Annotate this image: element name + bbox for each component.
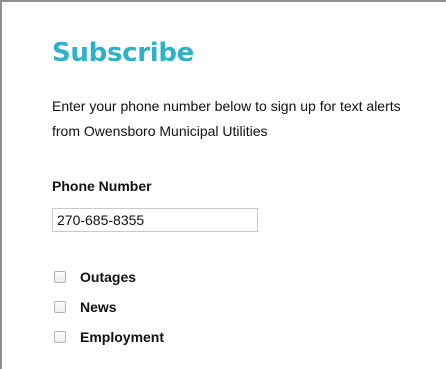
phone-number-label: Phone Number xyxy=(52,178,152,194)
subscribe-panel: Subscribe Enter your phone number below … xyxy=(0,0,446,369)
subscribe-description: Enter your phone number below to sign up… xyxy=(52,98,401,139)
outages-label: Outages xyxy=(80,269,137,285)
employment-checkbox[interactable] xyxy=(54,331,66,343)
alert-options: Outages News Employment xyxy=(54,262,164,352)
option-employment[interactable]: Employment xyxy=(54,322,164,352)
page-title: Subscribe xyxy=(52,38,195,68)
outages-checkbox[interactable] xyxy=(54,271,66,283)
news-label: News xyxy=(80,299,117,315)
news-checkbox[interactable] xyxy=(54,301,66,313)
option-news[interactable]: News xyxy=(54,292,164,322)
option-outages[interactable]: Outages xyxy=(54,262,164,292)
employment-label: Employment xyxy=(80,329,165,345)
phone-number-input[interactable] xyxy=(52,208,258,232)
